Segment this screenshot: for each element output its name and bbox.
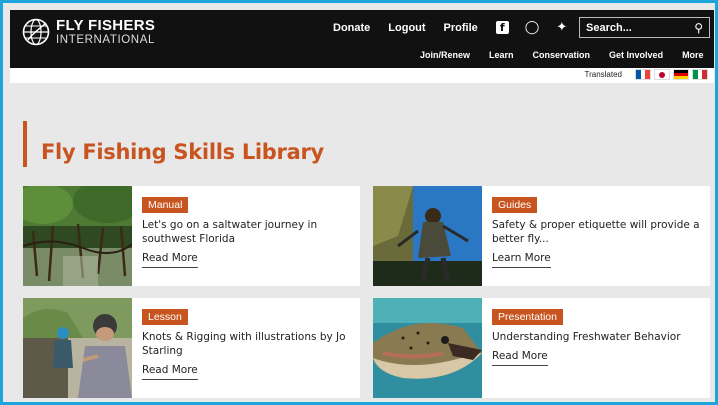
page-title: Fly Fishing Skills Library	[41, 140, 324, 164]
card-description: Safety & proper etiquette will provide a…	[492, 219, 700, 245]
angler-photo	[373, 186, 482, 286]
read-more-link[interactable]: Read More	[142, 364, 198, 380]
category-badge: Guides	[492, 197, 538, 213]
card-description: Knots & Rigging with illustrations by Jo…	[142, 331, 346, 357]
translate-bar: Translated	[10, 68, 714, 83]
flag-france-icon[interactable]	[635, 69, 651, 80]
nav-conservation[interactable]: Conservation	[533, 50, 591, 60]
category-badge: Lesson	[142, 309, 188, 325]
resource-card-guides[interactable]: Guides Safety & proper etiquette will pr…	[373, 186, 710, 286]
facebook-icon[interactable]: f	[495, 21, 509, 34]
twitter-icon[interactable]: ✦	[555, 20, 569, 35]
profile-link[interactable]: Profile	[444, 22, 478, 34]
logo-title: FLY FISHERS	[56, 17, 156, 34]
category-badge: Presentation	[492, 309, 563, 325]
flag-japan-icon[interactable]	[654, 69, 670, 80]
social-links: f ◯ ✦	[495, 20, 585, 35]
translated-label: Translated	[584, 70, 623, 79]
search-input[interactable]	[586, 21, 686, 34]
language-flags	[632, 69, 708, 80]
flag-italy-icon[interactable]	[692, 69, 708, 80]
nav-join-renew[interactable]: Join/Renew	[420, 50, 470, 60]
nav-learn[interactable]: Learn	[489, 50, 514, 60]
instagram-icon[interactable]: ◯	[525, 20, 540, 35]
site-header: FLY FISHERS INTERNATIONAL Donate Logout …	[10, 10, 714, 68]
card-description: Understanding Freshwater Behavior	[492, 331, 681, 343]
knot-tying-photo	[23, 298, 132, 398]
globe-icon	[22, 18, 50, 46]
donate-link[interactable]: Donate	[333, 22, 370, 34]
flag-germany-icon[interactable]	[673, 69, 689, 80]
logo-subtitle: INTERNATIONAL	[56, 34, 155, 46]
logout-link[interactable]: Logout	[388, 22, 425, 34]
search-box: ⚲	[579, 17, 710, 38]
card-description: Let's go on a saltwater journey in south…	[142, 219, 318, 245]
learn-more-link[interactable]: Learn More	[492, 252, 551, 268]
mangrove-photo	[23, 186, 132, 286]
main-nav: Join/Renew Learn Conservation Get Involv…	[420, 50, 704, 60]
site-logo[interactable]: FLY FISHERS INTERNATIONAL	[22, 18, 155, 47]
top-nav: Donate Logout Profile f ◯ ✦	[333, 20, 585, 35]
resource-card-manual[interactable]: Manual Let's go on a saltwater journey i…	[23, 186, 360, 286]
resource-card-lesson[interactable]: Lesson Knots & Rigging with illustration…	[23, 298, 360, 398]
trout-photo	[373, 298, 482, 398]
title-accent-bar	[23, 121, 27, 167]
nav-more[interactable]: More	[682, 50, 704, 60]
category-badge: Manual	[142, 197, 189, 213]
read-more-link[interactable]: Read More	[492, 350, 548, 366]
resource-card-presentation[interactable]: Presentation Understanding Freshwater Be…	[373, 298, 710, 398]
read-more-link[interactable]: Read More	[142, 252, 198, 268]
search-icon[interactable]: ⚲	[694, 21, 703, 35]
nav-get-involved[interactable]: Get Involved	[609, 50, 663, 60]
page-frame: FLY FISHERS INTERNATIONAL Donate Logout …	[0, 0, 718, 405]
